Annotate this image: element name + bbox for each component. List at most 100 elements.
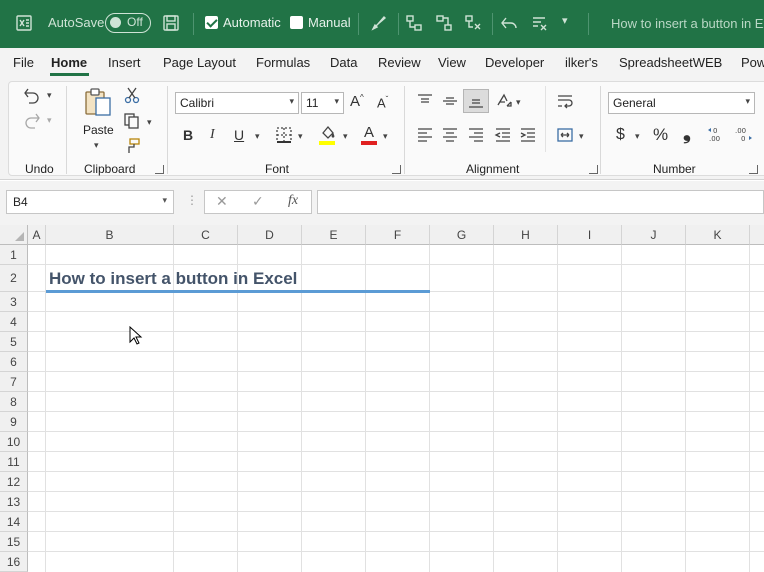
- underline-dropdown-icon[interactable]: ▾: [255, 131, 260, 142]
- copy-icon[interactable]: [123, 112, 141, 130]
- row-header-6[interactable]: 6: [0, 352, 28, 372]
- decrease-font-size-button[interactable]: Aˇ: [377, 95, 388, 110]
- row-header-8[interactable]: 8: [0, 392, 28, 412]
- column-header-g[interactable]: G: [430, 225, 494, 245]
- row-header-7[interactable]: 7: [0, 372, 28, 392]
- wrap-text-icon[interactable]: [556, 92, 574, 110]
- number-launcher-icon[interactable]: [749, 165, 758, 174]
- column-header-f[interactable]: F: [366, 225, 430, 245]
- comma-style-button[interactable]: ❟: [683, 122, 691, 145]
- row-header-14[interactable]: 14: [0, 512, 28, 532]
- tab-home[interactable]: Home: [51, 55, 87, 70]
- column-header-i[interactable]: I: [558, 225, 622, 245]
- automatic-checkbox[interactable]: [205, 16, 218, 29]
- enter-icon[interactable]: ✓: [252, 193, 264, 210]
- increase-decimal-icon[interactable]: 0 .00: [707, 125, 729, 143]
- accounting-format-button[interactable]: $: [616, 126, 625, 144]
- merge-center-icon[interactable]: [556, 126, 574, 144]
- font-launcher-icon[interactable]: [392, 165, 401, 174]
- insert-function-button[interactable]: fx: [288, 193, 298, 209]
- cancel-icon[interactable]: ✕: [216, 193, 228, 210]
- brush-icon[interactable]: [370, 14, 388, 32]
- decrease-indent-icon[interactable]: [494, 126, 512, 144]
- row-header-3[interactable]: 3: [0, 292, 28, 312]
- clipboard-launcher-icon[interactable]: [155, 165, 164, 174]
- cell-b2-title[interactable]: How to insert a button in Excel: [49, 269, 297, 289]
- save-icon[interactable]: [162, 14, 180, 32]
- tab-view[interactable]: View: [438, 55, 466, 70]
- column-header-h[interactable]: H: [494, 225, 558, 245]
- column-header-j[interactable]: J: [622, 225, 686, 245]
- row-header-1[interactable]: 1: [0, 245, 28, 265]
- row-header-10[interactable]: 10: [0, 432, 28, 452]
- back-icon[interactable]: [500, 14, 518, 32]
- font-color-button[interactable]: A: [364, 124, 374, 141]
- tab-power[interactable]: Pow: [741, 55, 764, 70]
- row-header-16[interactable]: 16: [0, 552, 28, 572]
- borders-dropdown-icon[interactable]: ▾: [298, 131, 303, 142]
- tab-spreadsheetweb[interactable]: SpreadsheetWEB: [619, 55, 722, 70]
- align-left-icon[interactable]: [416, 126, 434, 144]
- row-header-13[interactable]: 13: [0, 492, 28, 512]
- redo-dropdown-icon[interactable]: ▾: [47, 115, 52, 126]
- row-header-15[interactable]: 15: [0, 532, 28, 552]
- tab-insert[interactable]: Insert: [108, 55, 141, 70]
- manual-checkbox[interactable]: [290, 16, 303, 29]
- font-size-select[interactable]: 11 ▾: [301, 92, 344, 114]
- tab-file[interactable]: File: [13, 55, 34, 70]
- align-top-icon[interactable]: [416, 92, 434, 110]
- undo-dropdown-icon[interactable]: ▾: [47, 90, 52, 101]
- bold-button[interactable]: B: [183, 127, 193, 143]
- align-middle-icon[interactable]: [441, 92, 459, 110]
- trace-precedents-icon[interactable]: [405, 14, 423, 32]
- italic-button[interactable]: I: [210, 127, 215, 143]
- orientation-dropdown-icon[interactable]: ▾: [516, 97, 521, 108]
- tab-page-layout[interactable]: Page Layout: [163, 55, 236, 70]
- column-header-a[interactable]: A: [28, 225, 46, 245]
- select-all-button[interactable]: [0, 225, 28, 245]
- row-header-4[interactable]: 4: [0, 312, 28, 332]
- cut-icon[interactable]: [123, 86, 141, 104]
- paste-dropdown-icon[interactable]: ▾: [94, 140, 99, 151]
- align-right-icon[interactable]: [467, 126, 485, 144]
- row-header-9[interactable]: 9: [0, 412, 28, 432]
- column-header-b[interactable]: B: [46, 225, 174, 245]
- fill-color-icon[interactable]: [319, 124, 337, 142]
- clear-icon[interactable]: [530, 14, 548, 32]
- tab-review[interactable]: Review: [378, 55, 421, 70]
- column-header-e[interactable]: E: [302, 225, 366, 245]
- autosave-toggle[interactable]: Off: [105, 13, 151, 33]
- column-header-k[interactable]: K: [686, 225, 750, 245]
- column-header-l[interactable]: [750, 225, 764, 245]
- tab-data[interactable]: Data: [330, 55, 357, 70]
- name-box[interactable]: B4 ▾: [6, 190, 174, 214]
- remove-arrows-icon[interactable]: [464, 14, 482, 32]
- format-painter-icon[interactable]: [123, 137, 141, 155]
- customize-toolbar-icon[interactable]: ▾: [562, 14, 568, 27]
- trace-dependents-icon[interactable]: [435, 14, 453, 32]
- underline-button[interactable]: U: [234, 127, 244, 143]
- undo-icon[interactable]: [23, 86, 41, 104]
- column-header-c[interactable]: C: [174, 225, 238, 245]
- increase-font-size-button[interactable]: A^: [350, 93, 364, 110]
- orientation-icon[interactable]: [495, 92, 513, 110]
- accounting-dropdown-icon[interactable]: ▾: [635, 131, 640, 142]
- row-header-5[interactable]: 5: [0, 332, 28, 352]
- paste-icon[interactable]: [82, 86, 114, 118]
- tab-ilkers[interactable]: ilker's: [565, 55, 598, 70]
- font-name-select[interactable]: Calibri ▾: [175, 92, 299, 114]
- worksheet-grid[interactable]: A B C D E F G H I J K 1 2 3 4 5 6 7 8 9 …: [0, 225, 764, 572]
- copy-dropdown-icon[interactable]: ▾: [147, 117, 152, 128]
- row-header-12[interactable]: 12: [0, 472, 28, 492]
- percent-style-button[interactable]: %: [653, 125, 668, 145]
- tab-developer[interactable]: Developer: [485, 55, 544, 70]
- row-header-2[interactable]: 2: [0, 265, 28, 292]
- font-color-dropdown-icon[interactable]: ▾: [383, 131, 388, 142]
- formula-input[interactable]: [317, 190, 764, 214]
- align-center-icon[interactable]: [441, 126, 459, 144]
- borders-icon[interactable]: [275, 126, 293, 144]
- column-header-d[interactable]: D: [238, 225, 302, 245]
- fill-color-dropdown-icon[interactable]: ▾: [343, 131, 348, 142]
- alignment-launcher-icon[interactable]: [589, 165, 598, 174]
- decrease-decimal-icon[interactable]: .00 0: [733, 125, 755, 143]
